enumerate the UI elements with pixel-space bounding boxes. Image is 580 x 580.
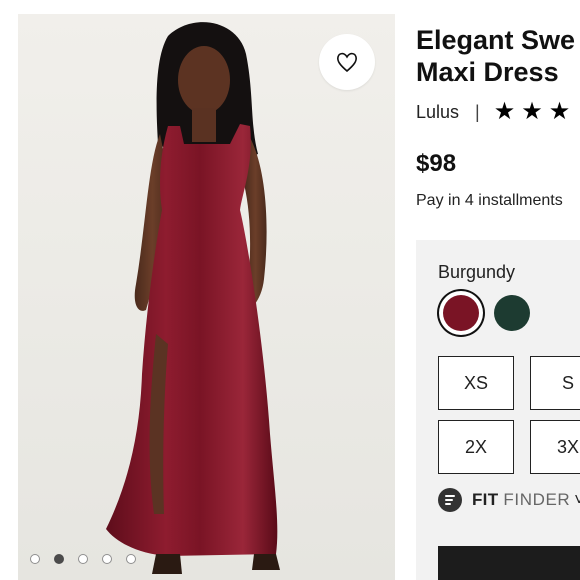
product-photo	[106, 22, 280, 574]
star-icon: ★	[521, 98, 543, 125]
product-title: Elegant Swe Maxi Dress	[416, 25, 576, 87]
product-page: Elegant Swe Maxi Dress Lulus | ★ ★ ★ $98…	[0, 0, 580, 580]
options-panel: Burgundy XS S 2X 3X FIT FINDER ˅	[416, 240, 580, 580]
fit-finder-bold: FIT	[472, 490, 499, 509]
heart-outline-icon	[337, 52, 357, 73]
gallery-dot-4[interactable]	[102, 554, 112, 564]
star-icon: ★	[548, 98, 571, 125]
product-details: Elegant Swe Maxi Dress Lulus | ★ ★ ★ $98…	[416, 0, 580, 580]
size-label: S	[561, 372, 574, 393]
gallery-dot-5[interactable]	[126, 554, 136, 564]
size-option-3x[interactable]: 3X	[530, 420, 580, 474]
gallery-dot-2[interactable]	[54, 554, 64, 564]
brand-link[interactable]: Lulus	[416, 102, 459, 123]
brand-separator: |	[475, 101, 480, 122]
size-label: XS	[463, 372, 488, 393]
size-label: 2X	[464, 436, 488, 457]
color-swatch-dark-green[interactable]	[494, 295, 530, 331]
chevron-down-icon: ˅	[574, 490, 580, 509]
selected-color-label: Burgundy	[438, 262, 516, 282]
color-swatch-burgundy[interactable]	[443, 295, 479, 331]
installments-text[interactable]: Pay in 4 installments	[416, 192, 563, 210]
brand-rating-row: Lulus | ★ ★ ★	[416, 100, 570, 124]
wishlist-button[interactable]	[319, 34, 375, 90]
gallery-dot-1[interactable]	[30, 554, 40, 564]
size-option-s[interactable]: S	[530, 356, 580, 410]
fit-finder-logo-icon	[438, 488, 462, 512]
gallery-dot-3[interactable]	[78, 554, 88, 564]
product-image-gallery[interactable]	[18, 14, 395, 580]
fit-finder-light: FINDER	[503, 490, 571, 509]
add-to-bag-button[interactable]	[438, 546, 580, 580]
star-icon: ★	[493, 98, 516, 125]
size-option-2x[interactable]: 2X	[438, 420, 514, 474]
product-price: $98	[416, 150, 457, 177]
gallery-pagination	[30, 554, 136, 564]
size-label: 3X	[556, 436, 580, 457]
size-option-xs[interactable]: XS	[438, 356, 514, 410]
fit-finder-button[interactable]: FIT FINDER ˅	[438, 488, 580, 512]
rating-stars[interactable]: ★ ★ ★	[494, 100, 571, 124]
